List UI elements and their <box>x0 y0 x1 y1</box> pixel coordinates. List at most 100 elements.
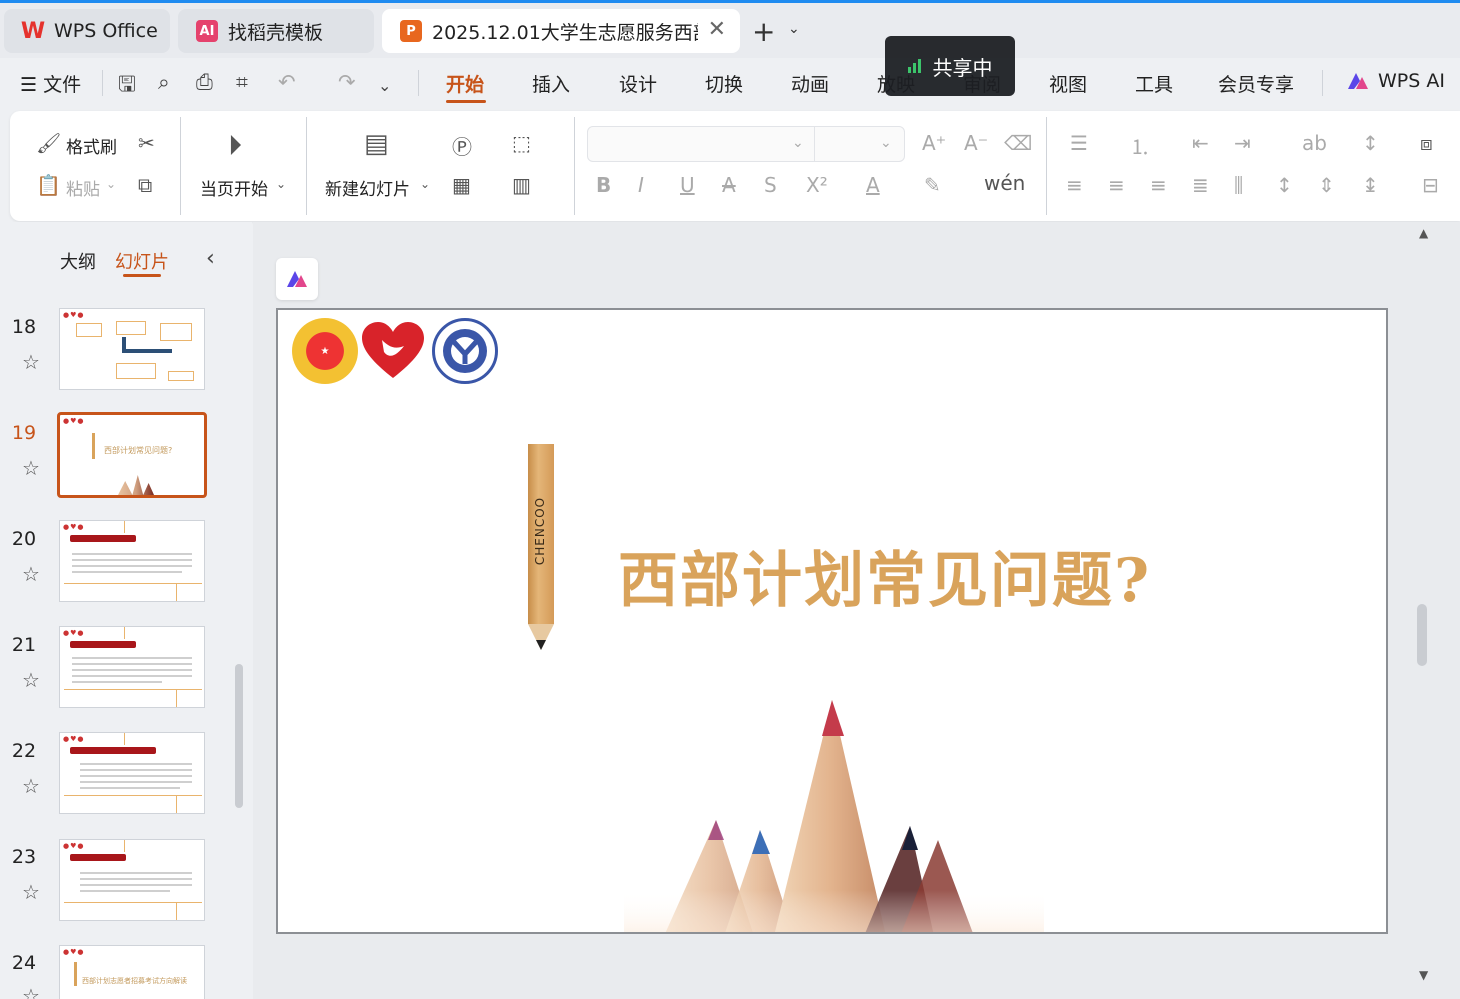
decrease-indent-icon[interactable]: ⇤ <box>1192 131 1209 155</box>
close-icon[interactable]: ✕ <box>708 17 726 42</box>
menu-insert[interactable]: 插入 <box>532 70 570 97</box>
add-tab-icon[interactable]: + <box>752 15 775 48</box>
slide-thumbnail-19[interactable]: ●♥● 西部计划常见问题? <box>57 412 207 498</box>
star-icon[interactable]: ☆ <box>22 880 40 904</box>
slide-thumbnail-18[interactable]: ●♥● <box>59 308 205 390</box>
save-icon[interactable]: 🖫 <box>118 70 136 105</box>
increase-indent-icon[interactable]: ⇥ <box>1234 131 1251 155</box>
menu-view[interactable]: 视图 <box>1049 70 1087 97</box>
format-painter-button[interactable]: 格式刷 <box>66 133 117 158</box>
italic-icon[interactable]: I <box>638 173 644 197</box>
slide-thumbnail-23[interactable]: ●♥● <box>59 839 205 921</box>
scroll-up-icon[interactable]: ▲ <box>1419 226 1428 240</box>
new-slide-icon[interactable]: ▤ <box>364 129 389 159</box>
star-icon[interactable]: ☆ <box>22 984 40 999</box>
font-shrink-icon[interactable]: A⁻ <box>964 131 988 155</box>
text-box-icon[interactable]: ⧈ <box>1420 131 1433 155</box>
redo-icon[interactable]: ↷ <box>338 70 356 94</box>
font-dropdown[interactable]: ⌄ ⌄ <box>587 126 905 162</box>
ribbon-toolbar: 🖌 格式刷 ✂ 📋 粘贴 ⌄ ⧉ ⏵ 当页开始 ⌄ ▤ 新建幻灯片 ⌄ Ⓟ ⬚ … <box>10 111 1460 221</box>
justify-icon[interactable]: ≣ <box>1192 173 1209 197</box>
line-spacing-icon[interactable]: ↕ <box>1276 173 1293 197</box>
spacing-options-icon[interactable]: ↨ <box>1362 173 1379 197</box>
slide-thumbnail-21[interactable]: ●♥● <box>59 626 205 708</box>
bullet-list-icon[interactable]: ☰ <box>1070 131 1088 155</box>
reuse-slide-icon[interactable]: ⬚ <box>512 131 531 155</box>
play-icon[interactable]: ⏵ <box>228 129 242 163</box>
shadow-icon[interactable]: S <box>764 173 777 197</box>
tab-outline[interactable]: 大纲 <box>60 248 96 274</box>
menu-tools[interactable]: 工具 <box>1135 70 1173 97</box>
slide-thumbnail-22[interactable]: ●♥● <box>59 732 205 814</box>
star-icon[interactable]: ☆ <box>22 774 40 798</box>
scroll-down-icon[interactable]: ▼ <box>1419 968 1428 982</box>
menu-file[interactable]: ☰ 文件 <box>20 70 81 97</box>
menu-design[interactable]: 设计 <box>619 70 657 97</box>
superscript-icon[interactable]: X² <box>806 173 828 197</box>
sharing-status-badge[interactable]: 共享中 <box>885 36 1015 96</box>
highlight-icon[interactable]: ✎ <box>924 173 941 197</box>
chevron-down-icon[interactable]: ⌄ <box>276 177 286 191</box>
align-left-icon[interactable]: ≡ <box>1066 173 1083 197</box>
tab-wps-office[interactable]: W WPS Office <box>4 9 170 53</box>
new-slide-button[interactable]: 新建幻灯片 <box>325 175 410 200</box>
slide-thumbnail-20[interactable]: ●♥● <box>59 520 205 602</box>
wps-ai-button[interactable]: WPS AI <box>1346 70 1445 92</box>
slide-number: 23 <box>11 846 37 868</box>
star-icon[interactable]: ☆ <box>22 668 40 692</box>
underline-icon[interactable]: U <box>680 173 695 197</box>
print-icon[interactable]: ⎙ <box>196 70 213 95</box>
print-preview-icon[interactable]: ⌗ <box>236 70 248 95</box>
chevron-down-icon[interactable]: ⌄ <box>420 177 430 191</box>
font-color-icon[interactable]: A <box>866 173 880 197</box>
align-center-icon[interactable]: ≡ <box>1108 173 1125 197</box>
menu-member[interactable]: 会员专享 <box>1218 70 1294 97</box>
ai-assistant-button[interactable] <box>276 258 318 300</box>
bold-icon[interactable]: B <box>596 173 611 197</box>
layout-icon[interactable]: ▦ <box>452 173 471 197</box>
star-icon[interactable]: ☆ <box>22 562 40 586</box>
flow-box <box>116 363 156 379</box>
slide-thumbnail-24[interactable]: ●♥● 西部计划志愿者招募考试方向解读 <box>59 945 205 999</box>
phonetic-icon[interactable]: wén <box>984 171 1025 195</box>
section-icon[interactable]: ▥ <box>512 173 531 197</box>
slide-title[interactable]: 西部计划常见问题? <box>618 532 1151 619</box>
paste-button[interactable]: 粘贴 <box>66 175 100 200</box>
tab-slides[interactable]: 幻灯片 <box>115 248 169 274</box>
undo-icon[interactable]: ↶ <box>278 70 296 94</box>
text-line <box>72 553 192 555</box>
canvas-scrollbar[interactable] <box>1417 604 1427 666</box>
menu-animation[interactable]: 动画 <box>791 70 829 97</box>
star-icon[interactable]: ☆ <box>22 456 40 480</box>
chevron-down-icon[interactable]: ⌄ <box>378 76 391 95</box>
chevron-down-icon[interactable]: ⌄ <box>106 177 116 191</box>
paragraph-spacing-icon[interactable]: ⇕ <box>1318 173 1335 197</box>
logos-icon: ●♥● <box>63 629 85 637</box>
cut-icon[interactable]: ✂ <box>138 131 155 155</box>
menu-home[interactable]: 开始 <box>446 70 484 97</box>
text-line <box>80 878 192 880</box>
eraser-icon[interactable]: ⌫ <box>1004 131 1032 155</box>
sort-icon[interactable]: ↕ <box>1362 131 1379 155</box>
menu-transition[interactable]: 切换 <box>705 70 743 97</box>
strikethrough-icon[interactable]: A <box>722 173 736 197</box>
numbered-list-icon[interactable]: ⒈ <box>1130 131 1150 160</box>
panel-scrollbar[interactable] <box>235 664 243 808</box>
collapse-panel-icon[interactable]: ‹ <box>206 246 215 271</box>
align-right-icon[interactable]: ≡ <box>1150 173 1167 197</box>
font-grow-icon[interactable]: A⁺ <box>922 131 946 155</box>
paste-icon: 📋 <box>36 173 61 197</box>
slide-ai-icon[interactable]: Ⓟ <box>452 131 472 160</box>
vertical-align-icon[interactable]: ⊟ <box>1422 173 1439 197</box>
current-slide[interactable]: ★ CHENCOO 西部计划常见问题? <box>276 308 1388 934</box>
text-line <box>80 763 192 765</box>
copy-icon[interactable]: ⧉ <box>138 173 152 197</box>
text-direction-icon[interactable]: ab <box>1302 131 1327 155</box>
star-icon[interactable]: ☆ <box>22 350 40 374</box>
tab-document[interactable]: P 2025.12.01大学生志愿服务西部计划 ✕ <box>382 9 740 53</box>
distribute-icon[interactable]: ⫼ <box>1234 173 1243 197</box>
start-current-button[interactable]: 当页开始 <box>200 175 268 200</box>
export-icon[interactable]: ⌕ <box>158 70 170 95</box>
chevron-down-icon[interactable]: ⌄ <box>788 21 800 37</box>
tab-template[interactable]: AI 找稻壳模板 <box>178 9 374 53</box>
